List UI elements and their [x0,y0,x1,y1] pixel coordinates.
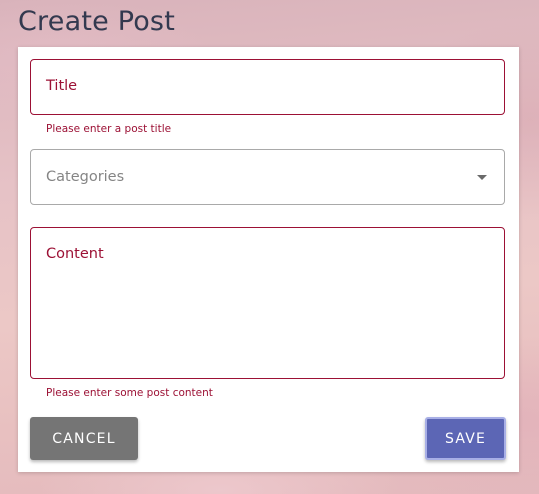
title-input-label: Title [46,78,78,94]
content-textarea-label: Content [46,246,104,262]
cancel-button[interactable]: CANCEL [30,417,138,460]
content-textarea[interactable]: Content [30,227,505,379]
page-title: Create Post [18,6,175,37]
arrow-drop-down-icon [477,175,487,180]
title-error-text: Please enter a post title [46,123,172,135]
categories-select[interactable]: Categories [30,149,505,205]
create-post-form: Title Please enter a post title Categori… [18,47,519,472]
title-input[interactable]: Title [30,59,505,115]
categories-select-label: Categories [46,169,125,185]
save-button[interactable]: SAVE [425,417,506,460]
content-error-text: Please enter some post content [46,387,213,399]
